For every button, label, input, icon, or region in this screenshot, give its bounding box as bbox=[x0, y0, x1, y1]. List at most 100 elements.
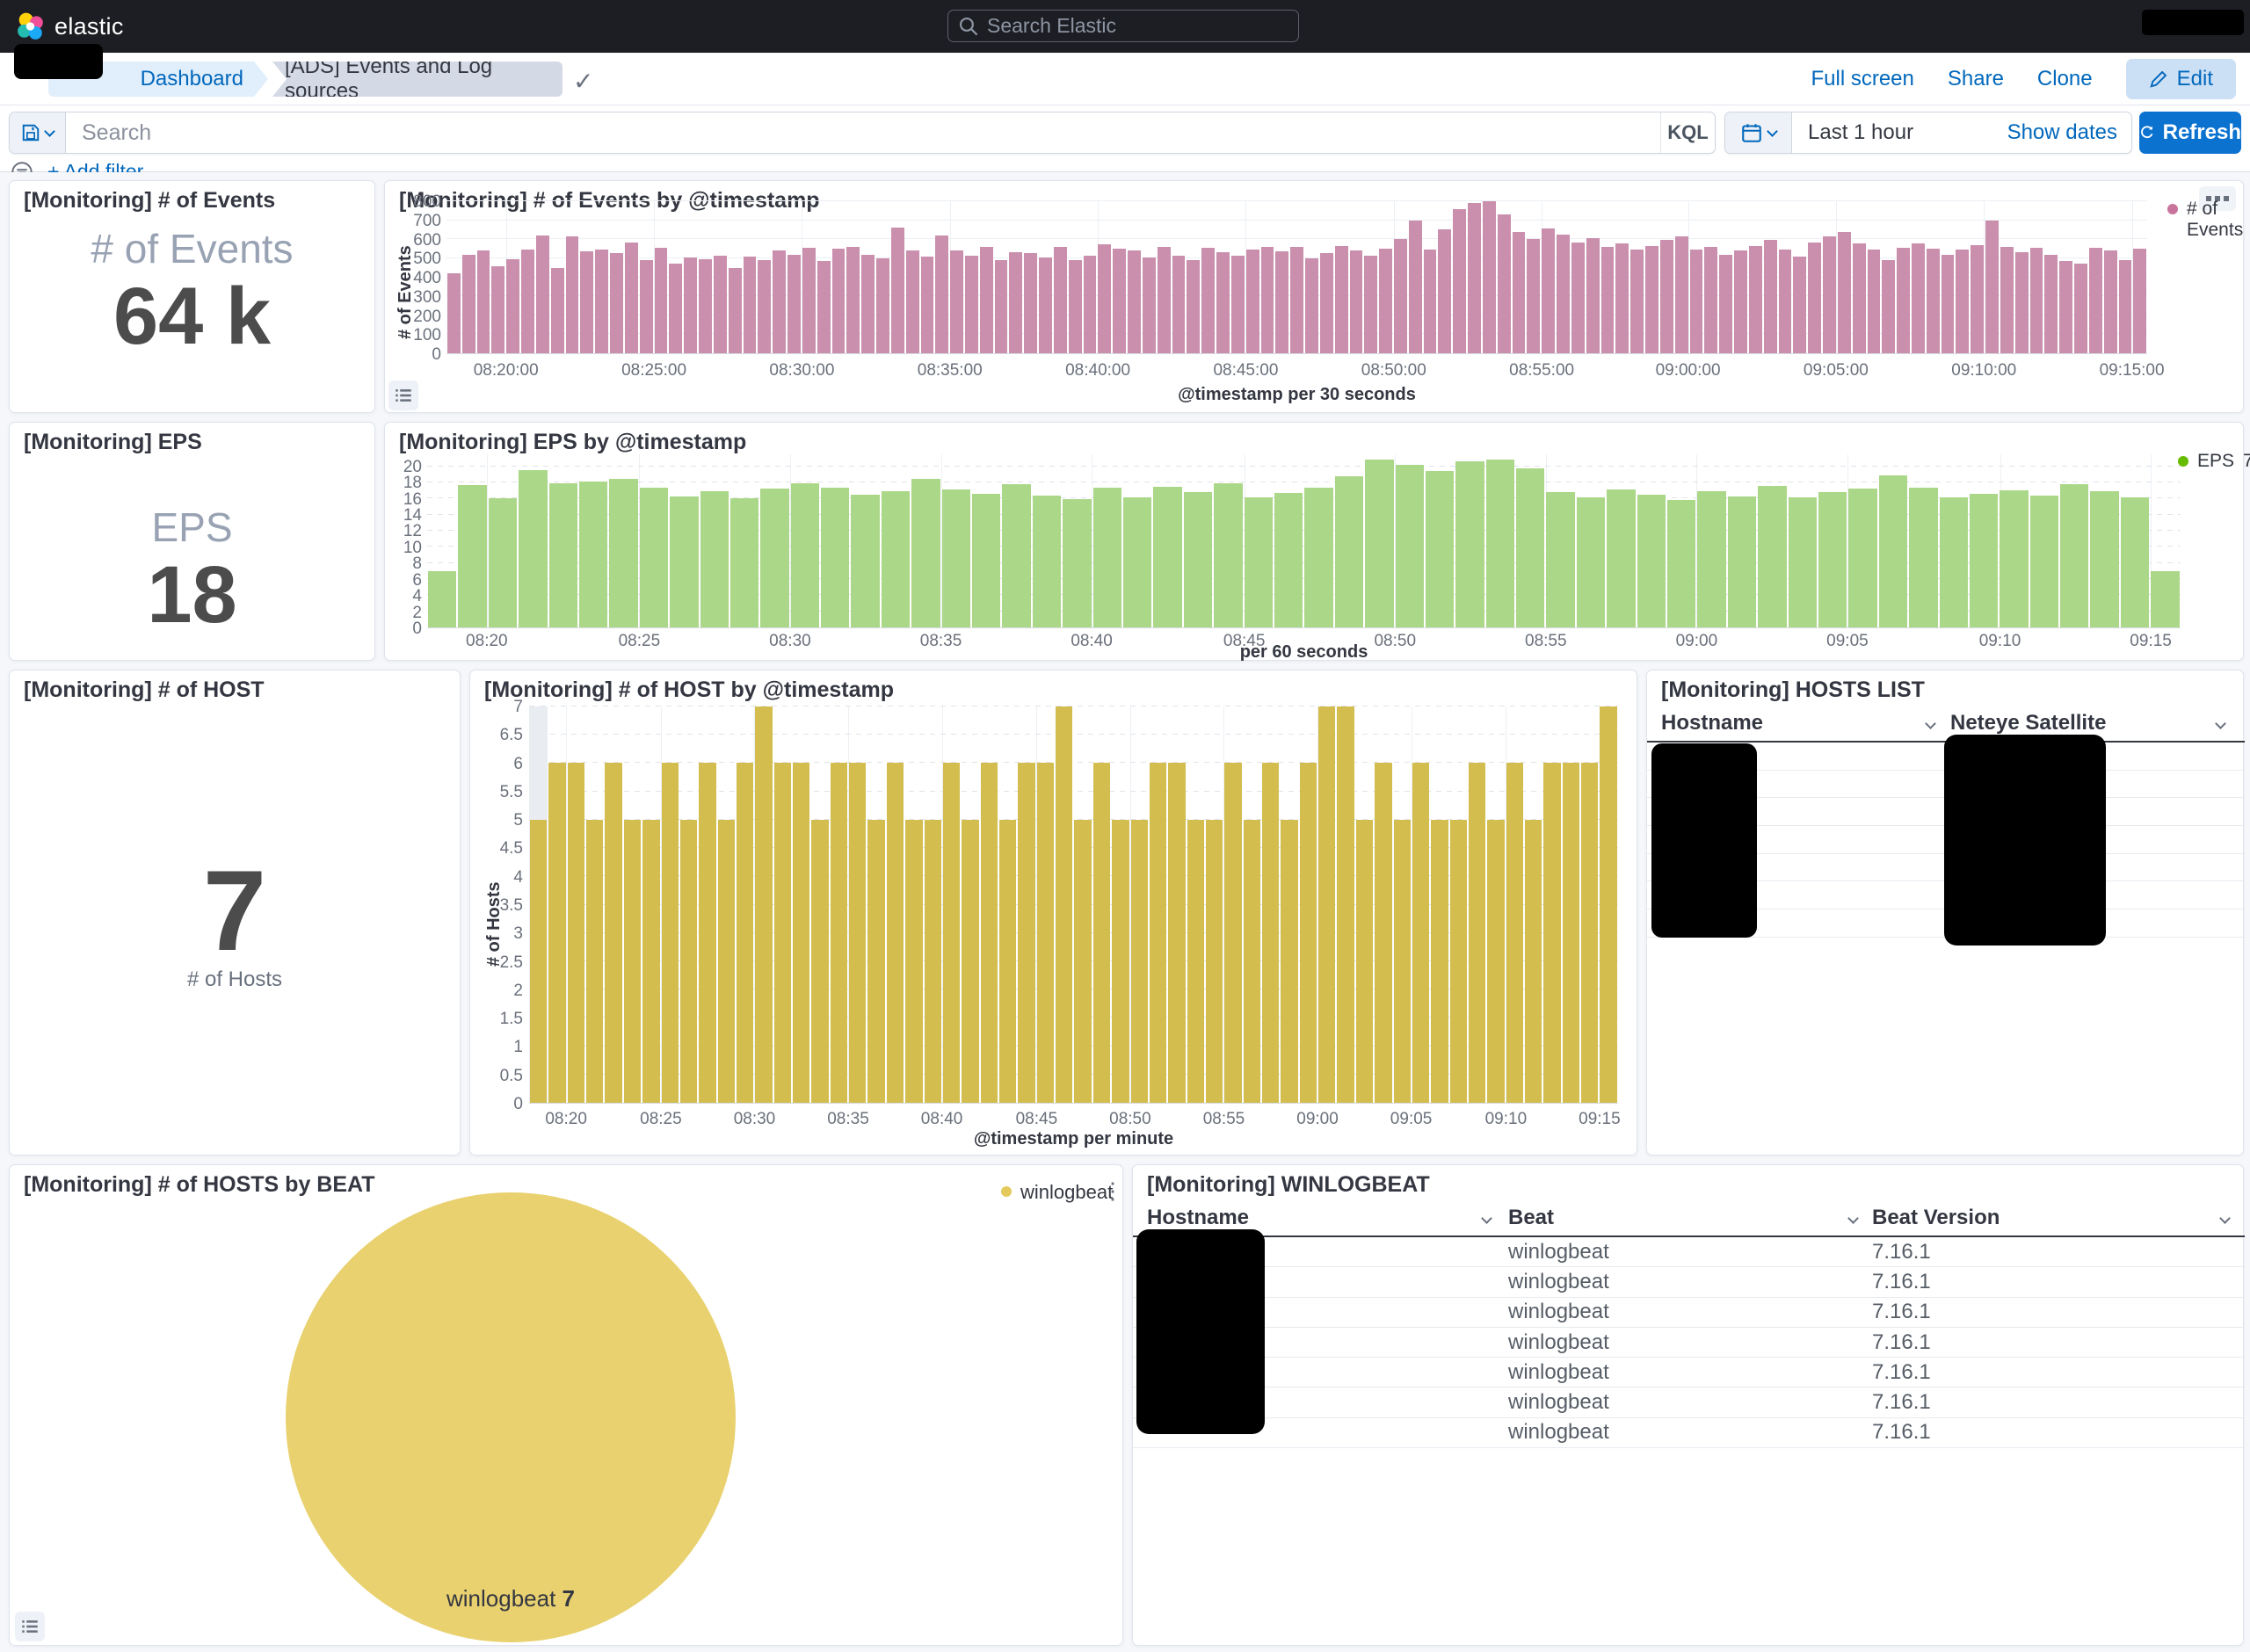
bar[interactable] bbox=[699, 259, 712, 353]
bar[interactable] bbox=[2060, 484, 2088, 627]
bar[interactable] bbox=[1158, 247, 1171, 353]
panel-title[interactable]: [Monitoring] EPS bbox=[24, 430, 202, 455]
bar[interactable] bbox=[640, 260, 653, 353]
bar[interactable] bbox=[1214, 483, 1242, 627]
bar[interactable] bbox=[1375, 763, 1391, 1103]
bar[interactable] bbox=[605, 763, 621, 1103]
bar[interactable] bbox=[2121, 497, 2149, 627]
bar[interactable] bbox=[1262, 763, 1279, 1103]
bar[interactable] bbox=[935, 235, 948, 353]
bar[interactable] bbox=[1704, 247, 1717, 353]
clone-button[interactable]: Clone bbox=[2037, 67, 2093, 91]
bar[interactable] bbox=[1244, 820, 1260, 1103]
show-dates-button[interactable]: Show dates bbox=[2007, 120, 2117, 145]
bar[interactable] bbox=[1172, 256, 1186, 353]
bar[interactable] bbox=[846, 247, 860, 353]
bar[interactable] bbox=[774, 763, 791, 1103]
bar[interactable] bbox=[1098, 244, 1111, 353]
bar[interactable] bbox=[1063, 499, 1091, 627]
edit-button[interactable]: Edit bbox=[2126, 59, 2236, 99]
bar[interactable] bbox=[1356, 820, 1373, 1103]
bar[interactable] bbox=[1150, 763, 1166, 1103]
bar[interactable] bbox=[2074, 264, 2087, 353]
bar[interactable] bbox=[1033, 496, 1061, 627]
bar[interactable] bbox=[1527, 239, 1540, 353]
bar[interactable] bbox=[1009, 252, 1022, 353]
bar[interactable] bbox=[817, 261, 831, 353]
bar[interactable] bbox=[1024, 253, 1037, 353]
bar[interactable] bbox=[595, 250, 608, 353]
bar[interactable] bbox=[1940, 497, 1968, 627]
bar[interactable] bbox=[1290, 247, 1303, 353]
panel-title[interactable]: [Monitoring] WINLOGBEAT bbox=[1147, 1172, 1430, 1198]
bar[interactable] bbox=[1318, 706, 1335, 1103]
bar[interactable] bbox=[1483, 201, 1496, 353]
bar[interactable] bbox=[1486, 460, 1514, 628]
bar[interactable] bbox=[1970, 494, 1998, 627]
bar[interactable] bbox=[1431, 820, 1448, 1103]
bar[interactable] bbox=[1912, 243, 1925, 353]
bar[interactable] bbox=[791, 483, 819, 627]
panel-title[interactable]: [Monitoring] # of HOST by @timestamp bbox=[484, 677, 894, 703]
bar[interactable] bbox=[1364, 256, 1377, 353]
bar[interactable] bbox=[530, 820, 547, 1103]
bar[interactable] bbox=[1728, 496, 1756, 627]
bar[interactable] bbox=[832, 249, 846, 353]
bar[interactable] bbox=[428, 571, 456, 627]
bar[interactable] bbox=[655, 248, 668, 353]
bar[interactable] bbox=[995, 260, 1008, 353]
bar[interactable] bbox=[1764, 240, 1777, 353]
bar[interactable] bbox=[2044, 255, 2058, 353]
bar[interactable] bbox=[447, 273, 461, 353]
legend-toggle-button[interactable] bbox=[15, 1612, 45, 1641]
bar[interactable] bbox=[755, 706, 772, 1103]
bar[interactable] bbox=[1426, 471, 1454, 627]
bar[interactable] bbox=[2090, 491, 2118, 627]
bar[interactable] bbox=[458, 485, 486, 627]
bar[interactable] bbox=[758, 260, 771, 353]
bar[interactable] bbox=[1971, 245, 1984, 353]
kql-language-button[interactable]: KQL bbox=[1660, 112, 1715, 153]
column-header-beat[interactable]: Beat bbox=[1508, 1206, 1554, 1230]
bar[interactable] bbox=[1607, 489, 1635, 627]
search-input[interactable] bbox=[66, 112, 1660, 153]
bar[interactable] bbox=[1350, 250, 1363, 353]
bar[interactable] bbox=[1779, 250, 1792, 353]
bar[interactable] bbox=[1274, 493, 1303, 627]
bar[interactable] bbox=[1337, 706, 1354, 1103]
bar[interactable] bbox=[1468, 203, 1481, 353]
bar[interactable] bbox=[519, 470, 547, 627]
bar[interactable] bbox=[1216, 252, 1230, 353]
refresh-button[interactable]: Refresh bbox=[2139, 112, 2241, 154]
bar[interactable] bbox=[1093, 763, 1110, 1103]
bar[interactable] bbox=[1789, 497, 1817, 627]
bar[interactable] bbox=[1838, 232, 1851, 353]
column-header-neteye-satellite[interactable]: Neteye Satellite bbox=[1950, 711, 2106, 735]
bar[interactable] bbox=[580, 251, 593, 353]
elastic-brand[interactable]: elastic bbox=[16, 11, 124, 41]
bar[interactable] bbox=[730, 498, 758, 627]
bar[interactable] bbox=[1879, 475, 1907, 627]
bar[interactable] bbox=[943, 763, 960, 1103]
bar[interactable] bbox=[1304, 488, 1332, 627]
bar[interactable] bbox=[1113, 249, 1126, 353]
bar[interactable] bbox=[700, 491, 729, 627]
bar[interactable] bbox=[1808, 243, 1821, 354]
table-row[interactable]: winlogbeat7.16.1 bbox=[1133, 1298, 2243, 1328]
bar[interactable] bbox=[1557, 235, 1570, 353]
bar[interactable] bbox=[662, 763, 679, 1103]
bar[interactable] bbox=[462, 255, 475, 353]
bar[interactable] bbox=[680, 820, 697, 1103]
bar[interactable] bbox=[906, 250, 919, 353]
bar[interactable] bbox=[1942, 255, 1955, 353]
bar[interactable] bbox=[1424, 250, 1437, 353]
chart-legend[interactable]: winlogbeat bbox=[1001, 1181, 1113, 1204]
table-row[interactable]: winlogbeat7.16.1 bbox=[1133, 1358, 2243, 1388]
pie-slice-winlogbeat[interactable] bbox=[286, 1192, 736, 1642]
bar[interactable] bbox=[744, 257, 757, 353]
bar[interactable] bbox=[477, 250, 490, 353]
bar[interactable] bbox=[1848, 489, 1876, 627]
bar[interactable] bbox=[737, 763, 753, 1103]
column-header-beat-version[interactable]: Beat Version bbox=[1872, 1206, 2000, 1230]
bar[interactable] bbox=[1054, 247, 1067, 353]
